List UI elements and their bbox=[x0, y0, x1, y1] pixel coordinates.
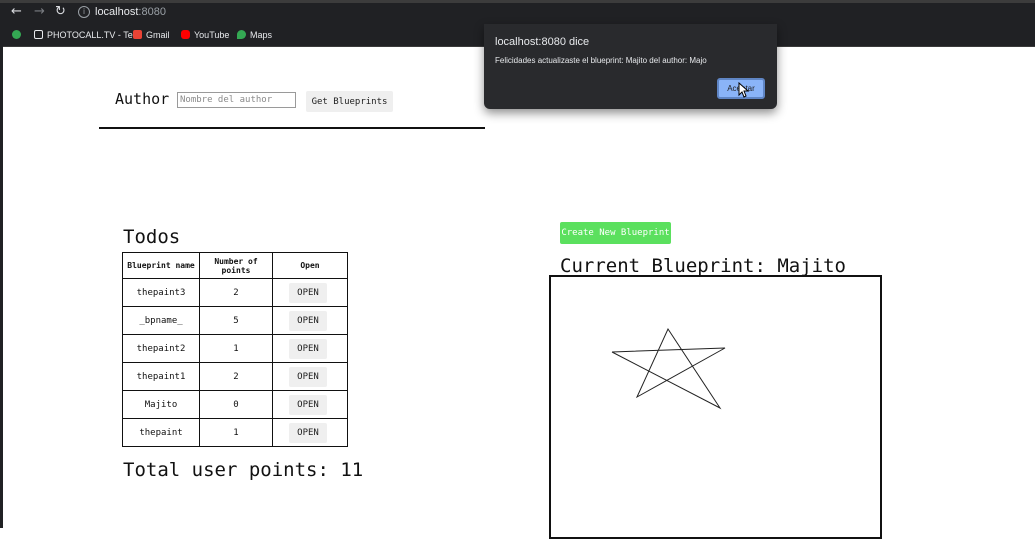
site-info-icon[interactable]: i bbox=[78, 6, 90, 19]
address-bar[interactable]: i localhost:8080 bbox=[78, 5, 166, 19]
url-host: localhost bbox=[95, 6, 139, 18]
gmail-icon bbox=[133, 30, 142, 39]
blueprint-name: thepaint bbox=[122, 418, 200, 447]
table-row: Majito 0 OPEN bbox=[122, 390, 348, 419]
bookmark-maps[interactable]: Maps bbox=[237, 29, 272, 41]
table-row: thepaint 1 OPEN bbox=[122, 418, 348, 447]
open-cell: OPEN bbox=[272, 334, 348, 363]
points-count: 0 bbox=[199, 390, 273, 419]
bookmark-label: Maps bbox=[250, 30, 273, 40]
open-button[interactable]: OPEN bbox=[289, 394, 327, 415]
star-drawing bbox=[611, 327, 726, 410]
header-number-of-points: Number of points bbox=[199, 252, 273, 279]
author-input[interactable] bbox=[177, 92, 296, 108]
points-count: 2 bbox=[199, 362, 273, 391]
header-open: Open bbox=[272, 252, 348, 279]
bookmark-gmail[interactable]: Gmail bbox=[133, 29, 170, 41]
blueprint-canvas[interactable] bbox=[549, 275, 882, 539]
table-row: _bpname_ 5 OPEN bbox=[122, 306, 348, 335]
open-button[interactable]: OPEN bbox=[289, 338, 327, 359]
mouse-cursor-icon bbox=[738, 82, 750, 98]
table-row: thepaint2 1 OPEN bbox=[122, 334, 348, 363]
table-header-row: Blueprint name Number of points Open bbox=[122, 252, 348, 279]
bookmark-photocall[interactable]: PHOTOCALL.TV - Te... bbox=[34, 29, 140, 41]
table-row: thepaint1 2 OPEN bbox=[122, 362, 348, 391]
points-count: 1 bbox=[199, 334, 273, 363]
open-cell: OPEN bbox=[272, 418, 348, 447]
open-button[interactable]: OPEN bbox=[289, 282, 327, 303]
author-label: Author bbox=[115, 90, 170, 108]
dialog-message: Felicidades actualizaste el blueprint: M… bbox=[495, 56, 707, 65]
blueprint-drawing bbox=[611, 327, 726, 410]
alert-dialog: localhost:8080 dice Felicidades actualiz… bbox=[484, 24, 777, 109]
create-new-blueprint-button[interactable]: Create New Blueprint bbox=[560, 222, 671, 244]
maps-icon bbox=[237, 30, 246, 39]
divider bbox=[99, 127, 485, 129]
total-user-points: Total user points: 11 bbox=[123, 459, 364, 481]
reload-icon[interactable]: ↻ bbox=[55, 5, 66, 19]
todos-title: Todos bbox=[123, 226, 181, 248]
url-port: :8080 bbox=[138, 6, 166, 18]
blueprint-name: _bpname_ bbox=[122, 306, 200, 335]
blueprint-name: thepaint3 bbox=[122, 278, 200, 307]
bookmark-label: YouTube bbox=[194, 30, 230, 40]
tab-strip bbox=[0, 0, 1035, 3]
blueprint-name: thepaint1 bbox=[122, 362, 200, 391]
window-edge bbox=[0, 46, 3, 528]
open-button[interactable]: OPEN bbox=[289, 422, 327, 443]
open-cell: OPEN bbox=[272, 278, 348, 307]
open-button[interactable]: OPEN bbox=[289, 366, 327, 387]
open-cell: OPEN bbox=[272, 390, 348, 419]
points-count: 2 bbox=[199, 278, 273, 307]
open-cell: OPEN bbox=[272, 306, 348, 335]
get-blueprints-button[interactable]: Get Blueprints bbox=[306, 91, 393, 112]
apps-icon[interactable] bbox=[12, 29, 25, 41]
points-count: 5 bbox=[199, 306, 273, 335]
dialog-title: localhost:8080 dice bbox=[495, 36, 590, 48]
youtube-icon bbox=[181, 30, 190, 39]
open-button[interactable]: OPEN bbox=[289, 310, 327, 331]
browser-toolbar: ← → ↻ i localhost:8080 bbox=[0, 0, 1035, 24]
open-cell: OPEN bbox=[272, 362, 348, 391]
blueprint-name: thepaint2 bbox=[122, 334, 200, 363]
bookmark-label: Gmail bbox=[146, 30, 170, 40]
points-count: 1 bbox=[199, 418, 273, 447]
forward-icon[interactable]: → bbox=[34, 5, 45, 19]
current-blueprint-title: Current Blueprint: Majito bbox=[560, 255, 846, 277]
header-blueprint-name: Blueprint name bbox=[122, 252, 200, 279]
bookmark-youtube[interactable]: YouTube bbox=[181, 29, 229, 41]
blueprint-name: Majito bbox=[122, 390, 200, 419]
tv-icon bbox=[34, 30, 43, 39]
blueprints-table: Blueprint name Number of points Open the… bbox=[122, 252, 348, 447]
bookmark-label: PHOTOCALL.TV - Te... bbox=[47, 30, 141, 40]
table-row: thepaint3 2 OPEN bbox=[122, 278, 348, 307]
back-icon[interactable]: ← bbox=[11, 5, 22, 19]
